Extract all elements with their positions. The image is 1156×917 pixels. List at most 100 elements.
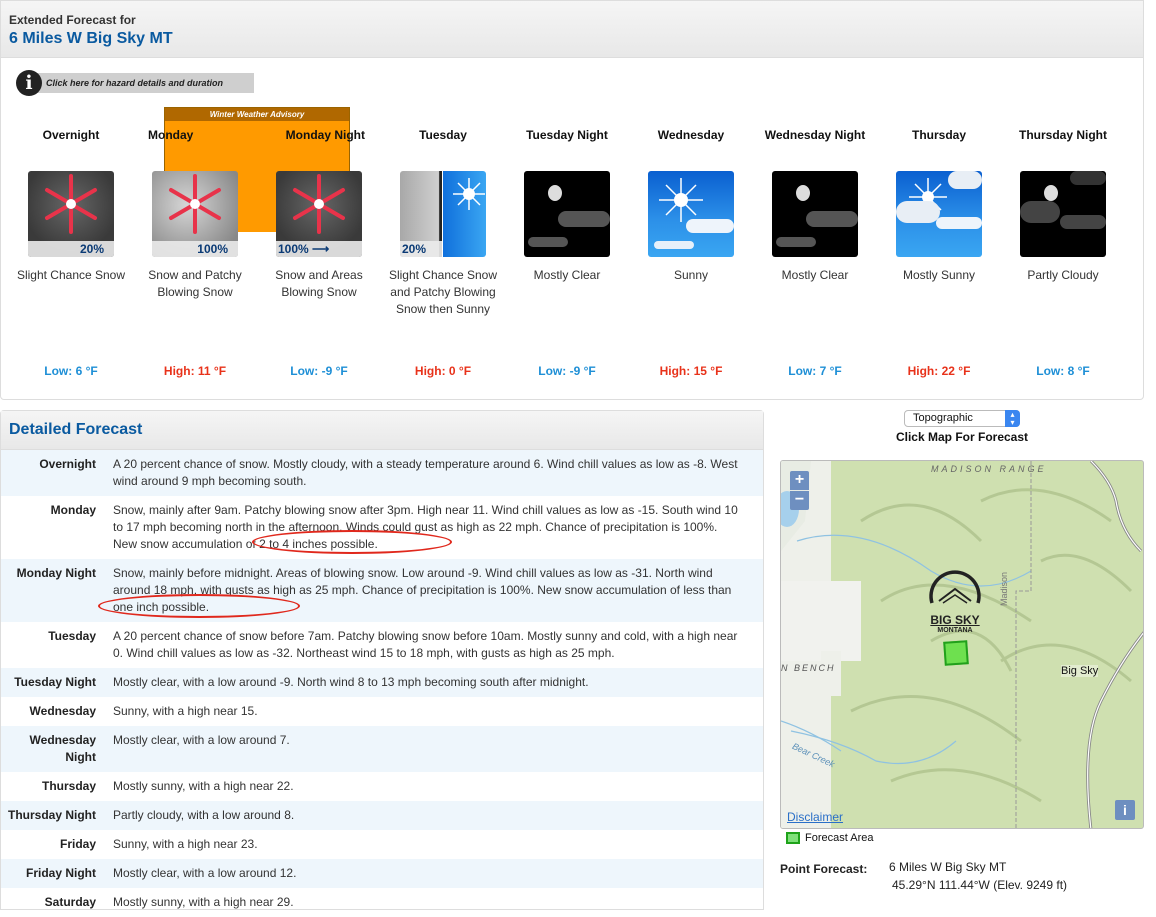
temperature: High: 0 °F (414, 364, 472, 378)
temperature: Low: -9 °F (290, 364, 348, 378)
sun-icon (453, 178, 485, 210)
row-text: A 20 percent chance of snow before 7am. … (113, 629, 738, 660)
snow-then-sunny-icon[interactable]: 20% (400, 171, 486, 257)
forecast-area-marker[interactable] (943, 640, 969, 666)
mostly-clear-night-icon[interactable] (772, 171, 858, 257)
period-name: Overnight (42, 128, 100, 142)
sunny-icon[interactable] (648, 171, 734, 257)
forecast-period: Wednesday Sunny (636, 127, 746, 353)
row-label: Tuesday (48, 629, 96, 643)
hazard-link-text[interactable]: Click here for hazard details and durati… (46, 78, 223, 88)
period-name: Monday (148, 128, 194, 142)
forecast-period: Monday 100% Snow and Patchy Blowing Snow (140, 127, 250, 353)
hazard-details-link[interactable]: i Click here for hazard details and dura… (16, 70, 254, 96)
point-forecast-label: Point Forecast: (780, 862, 868, 876)
temperature: Low: 8 °F (1036, 364, 1090, 378)
snowflake-icon (293, 173, 345, 234)
row-text: Mostly sunny, with a high near 29. (113, 895, 294, 909)
period-name: Tuesday Night (526, 128, 608, 142)
cloud-icon (948, 171, 982, 189)
panel-header: Extended Forecast for 6 Miles W Big Sky … (1, 1, 1143, 58)
partly-cloudy-night-icon[interactable] (1020, 171, 1106, 257)
temperature: High: 22 °F (907, 364, 971, 378)
moon-icon (1044, 185, 1058, 201)
row-label: Thursday Night (7, 808, 96, 822)
disclaimer-link[interactable]: Disclaimer (787, 810, 843, 824)
zoom-out-button[interactable]: − (790, 491, 809, 510)
period-name: Tuesday (419, 128, 467, 142)
map-label-range: MADISON RANGE (931, 464, 1047, 474)
forecast-row: Friday Night Mostly clear, with a low aro… (1, 859, 763, 888)
row-text: Mostly clear, with a low around 7. (113, 733, 290, 747)
map-layer-select[interactable]: Topographic ▴ ▾ (904, 410, 1020, 427)
forecast-period: Monday Night 100% ⟶ 30% Snow and Areas B… (264, 127, 374, 353)
short-forecast: Slight Chance Snow and Patchy Blowing Sn… (388, 268, 498, 316)
big-sky-logo: BIG SKY MONTANA (927, 565, 983, 645)
row-text: Mostly clear, with a low around 12. (113, 866, 297, 880)
moon-icon (796, 185, 810, 201)
cloud-icon (806, 211, 858, 227)
sun-icon (659, 178, 703, 222)
short-forecast: Partly Cloudy (1027, 268, 1099, 282)
row-text: Snow, mainly before midnight. Areas of b… (113, 566, 732, 614)
cloud-icon (1020, 201, 1060, 223)
precip-chance: 20% (400, 241, 442, 257)
detailed-forecast-list: Overnight A 20 percent chance of snow. Mo… (1, 450, 763, 917)
forecast-row: Monday Night Snow, mainly before midnight… (1, 559, 763, 622)
row-label: Tuesday Night (14, 675, 96, 689)
forecast-row: Friday Sunny, with a high near 23. (1, 830, 763, 859)
row-text: Mostly clear, with a low around -9. Nort… (113, 675, 589, 689)
period-name: Wednesday Night (764, 128, 866, 142)
select-arrows-icon: ▴ ▾ (1005, 410, 1020, 427)
row-label: Wednesday Night (29, 733, 96, 764)
forecast-map[interactable]: MADISON RANGE N BENCH Madison Big Sky Be… (780, 460, 1144, 829)
point-forecast-name: 6 Miles W Big Sky MT (889, 860, 1007, 874)
short-forecast: Sunny (673, 268, 709, 282)
forecast-row: Monday Snow, mainly after 9am. Patchy blo… (1, 496, 763, 559)
mostly-sunny-icon[interactable] (896, 171, 982, 257)
map-info-button[interactable]: i (1115, 800, 1135, 820)
info-icon: i (16, 70, 42, 96)
forecast-period: Thursday Mostly Sunny (884, 127, 994, 353)
forecast-row: Thursday Night Partly cloudy, with a low … (1, 801, 763, 830)
precip-chance: 100% (152, 241, 238, 257)
map-legend: Forecast Area (786, 832, 873, 844)
legend-label: Forecast Area (805, 832, 874, 844)
snow-night-icon[interactable]: 20% (28, 171, 114, 257)
forecast-row: Wednesday Sunny, with a high near 15. (1, 697, 763, 726)
forecast-period: Tuesday Night Mostly Clear (512, 127, 622, 353)
row-text: Partly cloudy, with a low around 8. (113, 808, 295, 822)
short-forecast: Mostly Clear (781, 268, 849, 282)
mostly-clear-night-icon[interactable] (524, 171, 610, 257)
snowflake-icon (45, 173, 97, 234)
period-name: Wednesday (657, 128, 725, 142)
row-text: A 20 percent chance of snow. Mostly clou… (113, 457, 738, 488)
temperature: Low: 6 °F (44, 364, 98, 378)
period-name: Monday Night (285, 128, 365, 142)
row-text: Sunny, with a high near 15. (113, 704, 258, 718)
map-label-bench: N BENCH (781, 663, 836, 673)
zoom-in-button[interactable]: + (790, 471, 809, 490)
row-label: Overnight (39, 457, 96, 471)
row-label: Friday Night (25, 866, 96, 880)
temperature: Low: -9 °F (538, 364, 596, 378)
snowflake-icon (169, 173, 221, 234)
map-layer-value: Topographic (913, 412, 973, 424)
forecast-row: Tuesday A 20 percent chance of snow befor… (1, 622, 763, 668)
detailed-forecast-title: Detailed Forecast (1, 411, 763, 450)
advisory-title[interactable]: Winter Weather Advisory (165, 108, 349, 121)
short-forecast: Snow and Areas Blowing Snow (275, 268, 363, 299)
snow-blowing-icon[interactable]: 100% (152, 171, 238, 257)
forecast-period: Overnight 20% Slight Chance Snow (16, 127, 126, 353)
row-label: Thursday (41, 779, 96, 793)
detailed-forecast-panel: Detailed Forecast Overnight A 20 percent … (0, 410, 764, 910)
short-forecast: Mostly Sunny (902, 268, 976, 282)
precip-chance: 100% ⟶ 30% (276, 241, 362, 257)
temperature: Low: 7 °F (788, 364, 842, 378)
forecast-row: Thursday Mostly sunny, with a high near 2… (1, 772, 763, 801)
snow-night-icon[interactable]: 100% ⟶ 30% (276, 171, 362, 257)
row-label: Wednesday (29, 704, 96, 718)
row-text: Sunny, with a high near 23. (113, 837, 258, 851)
short-forecast: Mostly Clear (533, 268, 601, 282)
period-name: Thursday (911, 128, 966, 142)
